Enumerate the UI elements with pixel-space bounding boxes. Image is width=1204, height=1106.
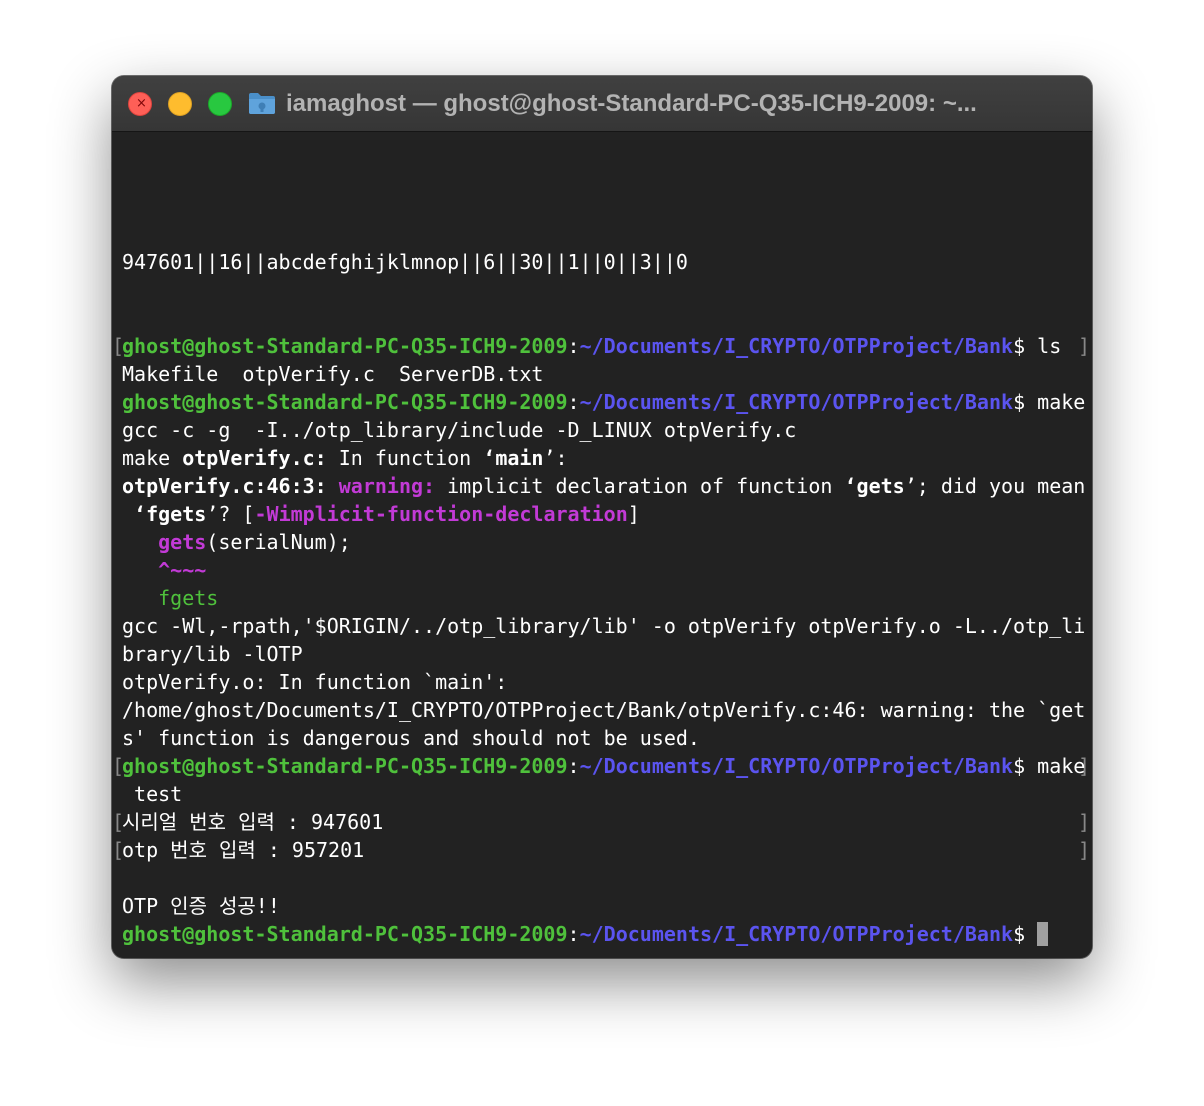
prompt-line-make-test: ghost@ghost-Standard-PC-Q35-ICH9-2009:~/…: [122, 752, 1092, 780]
prompt-dollar: $: [1013, 334, 1026, 358]
text-cursor: [1037, 922, 1049, 946]
title-bar[interactable]: × iamaghost — ghost@ghost-Standard-PC-Q3…: [112, 76, 1092, 132]
code-snippet-line: gets(serialNum);: [122, 528, 1092, 556]
quote-open: ‘: [844, 474, 857, 498]
linker-warning-line-1: /home/ghost/Documents/I_CRYPTO/OTPProjec…: [122, 698, 1086, 722]
minimize-button[interactable]: [168, 92, 192, 116]
terminal-window: × iamaghost — ghost@ghost-Standard-PC-Q3…: [112, 76, 1092, 958]
prompt-path: ~/Documents/I_CRYPTO/OTPProject/Bank: [579, 754, 1014, 778]
prompt-colon: :: [567, 754, 580, 778]
terminal-content[interactable]: 947601||16||abcdefghijklmnop||6||30||1||…: [112, 133, 1092, 958]
window-title: iamaghost — ghost@ghost-Standard-PC-Q35-…: [286, 90, 977, 117]
warning-message: implicit declaration of function: [435, 474, 845, 498]
otp-input-line: otp 번호 입력 : 957201: [122, 838, 365, 862]
close-icon: ×: [136, 96, 147, 111]
prompt-dollar: $: [1013, 754, 1026, 778]
warning-punct-end: ]: [627, 502, 640, 526]
prompt-path: ~/Documents/I_CRYPTO/OTPProject/Bank: [579, 922, 1014, 946]
command-text: ls: [1025, 334, 1062, 358]
caret-line: ^~~~: [122, 558, 207, 582]
gcc-link-line-2: brary/lib -lOTP: [122, 642, 303, 666]
make-text: make: [122, 446, 183, 470]
prompt-line-current: ghost@ghost-Standard-PC-Q35-ICH9-2009:~/…: [122, 920, 1092, 948]
serverdb-line: 947601||16||abcdefghijklmnop||6||30||1||…: [122, 250, 688, 274]
prompt-dollar: $: [1013, 390, 1026, 414]
in-function-text: In function: [326, 446, 484, 470]
folder-icon: [249, 93, 275, 114]
command-text: make: [1025, 390, 1086, 414]
function-name: gets: [856, 474, 905, 498]
linker-warning-line-2: s' function is dangerous and should not …: [122, 726, 700, 750]
command-continuation: test: [122, 782, 183, 806]
command-text: make: [1025, 754, 1086, 778]
prompt-path: ~/Documents/I_CRYPTO/OTPProject/Bank: [579, 390, 1014, 414]
prompt-colon: :: [567, 922, 580, 946]
gcc-compile-line: gcc -c -g -I../otp_library/include -D_LI…: [122, 418, 797, 442]
warning-message-tail: ’; did you mean: [904, 474, 1086, 498]
warning-line: otpVerify.c:46:3: warning: implicit decl…: [122, 472, 1092, 500]
quote-open: ‘: [122, 502, 147, 526]
code-rest: (serialNum);: [206, 530, 351, 554]
ls-output: Makefile otpVerify.c ServerDB.txt: [122, 362, 544, 386]
linker-function-line: otpVerify.o: In function `main':: [122, 670, 508, 694]
prompt-user-host: ghost@ghost-Standard-PC-Q35-ICH9-2009: [122, 390, 568, 414]
fix-hint-line: fgets: [122, 586, 219, 610]
prompt-user-host: ghost@ghost-Standard-PC-Q35-ICH9-2009: [122, 922, 568, 946]
result-line: OTP 인증 성공!!: [122, 894, 280, 918]
function-name: fgets: [146, 502, 207, 526]
code-highlight: gets: [158, 530, 207, 554]
warning-location: otpVerify.c:46:3:: [122, 474, 327, 498]
file-ref: otpVerify.c:: [182, 446, 327, 470]
prompt-user-host: ghost@ghost-Standard-PC-Q35-ICH9-2009: [122, 754, 568, 778]
prompt-line-make: ghost@ghost-Standard-PC-Q35-ICH9-2009:~/…: [122, 388, 1092, 416]
quote-close: ’:: [543, 446, 568, 470]
close-button[interactable]: ×: [128, 92, 152, 116]
warning-label: warning:: [338, 474, 436, 498]
warning-flag: -Wimplicit-function-declaration: [254, 502, 628, 526]
serial-input-line: 시리얼 번호 입력 : 947601: [122, 810, 384, 834]
warning-line-2: ‘fgets’? [-Wimplicit-function-declaratio…: [122, 500, 1092, 528]
gcc-link-line-1: gcc -Wl,-rpath,'$ORIGIN/../otp_library/l…: [122, 614, 1086, 638]
prompt-colon: :: [567, 334, 580, 358]
prompt-user-host: ghost@ghost-Standard-PC-Q35-ICH9-2009: [122, 334, 568, 358]
prompt-colon: :: [567, 390, 580, 414]
maximize-button[interactable]: [208, 92, 232, 116]
quote-open: ‘: [483, 446, 496, 470]
prompt-dollar: $: [1013, 922, 1026, 946]
prompt-line-ls: ghost@ghost-Standard-PC-Q35-ICH9-2009:~/…: [122, 332, 1092, 360]
warning-punct: ’? [: [206, 502, 255, 526]
make-in-function-line: make otpVerify.c: In function ‘main’:: [122, 444, 1092, 472]
prompt-path: ~/Documents/I_CRYPTO/OTPProject/Bank: [579, 334, 1014, 358]
function-name: main: [495, 446, 544, 470]
